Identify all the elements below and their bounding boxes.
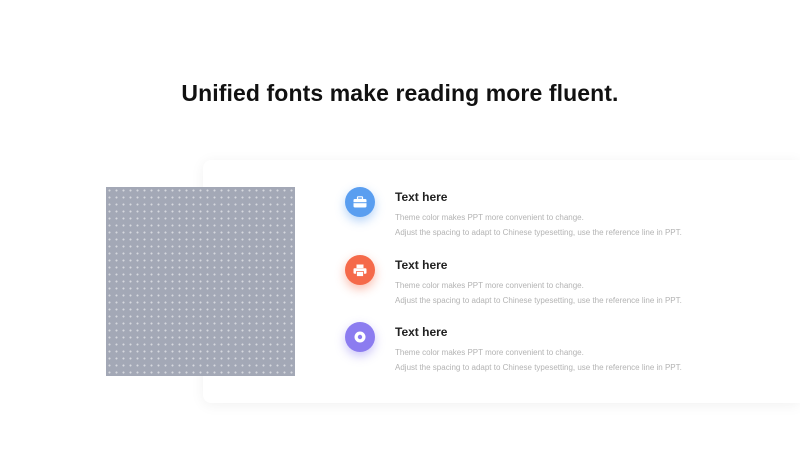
briefcase-icon bbox=[345, 187, 375, 217]
list-item: Text here Theme color makes PPT more con… bbox=[345, 255, 745, 315]
item-description-line: Adjust the spacing to adapt to Chinese t… bbox=[395, 363, 682, 372]
printer-icon bbox=[345, 255, 375, 285]
item-description-line: Adjust the spacing to adapt to Chinese t… bbox=[395, 228, 682, 237]
list-item: Text here Theme color makes PPT more con… bbox=[345, 187, 745, 247]
item-title: Text here bbox=[395, 258, 448, 272]
location-pin-icon bbox=[345, 322, 375, 352]
item-description-line: Theme color makes PPT more convenient to… bbox=[395, 213, 584, 222]
item-title: Text here bbox=[395, 325, 448, 339]
item-description-line: Adjust the spacing to adapt to Chinese t… bbox=[395, 296, 682, 305]
slide: Unified fonts make reading more fluent. … bbox=[0, 0, 800, 450]
list-item: Text here Theme color makes PPT more con… bbox=[345, 322, 745, 382]
item-description-line: Theme color makes PPT more convenient to… bbox=[395, 348, 584, 357]
item-title: Text here bbox=[395, 190, 448, 204]
item-description-line: Theme color makes PPT more convenient to… bbox=[395, 281, 584, 290]
image-placeholder bbox=[106, 187, 295, 376]
slide-title: Unified fonts make reading more fluent. bbox=[181, 80, 619, 106]
